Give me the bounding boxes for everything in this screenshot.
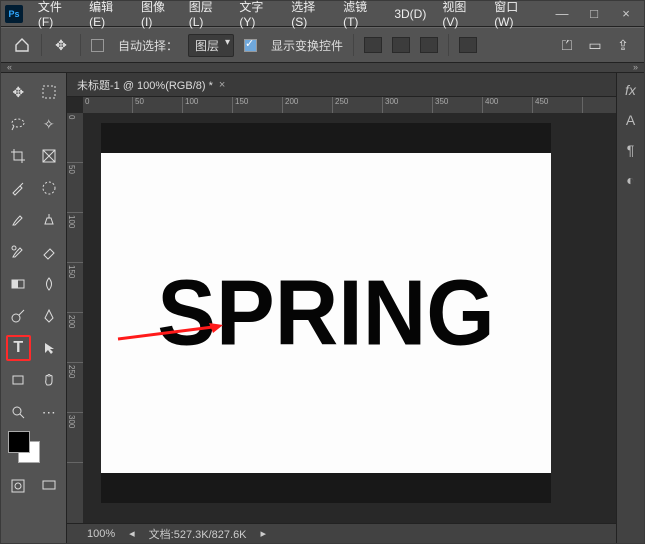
panel-adjustments-icon[interactable]: ◐ [620,169,642,191]
align-center-h-icon[interactable] [392,37,410,53]
menu-3d[interactable]: 3D(D) [393,5,427,23]
menu-file[interactable]: 文件(F) [37,0,74,31]
maximize-button[interactable]: □ [580,3,608,25]
status-info-chevron-icon[interactable]: ▸ [261,527,267,540]
panel-collapse-strip[interactable]: « » [1,63,644,73]
ruler-horizontal[interactable]: 0 50 100 150 200 250 300 350 400 450 [83,97,616,113]
close-button[interactable]: × [612,3,640,25]
gradient-tool[interactable] [6,271,31,297]
status-scroll-left-icon[interactable]: ◂ [129,527,135,540]
align-left-icon[interactable] [364,37,382,53]
crop-tool[interactable] [6,143,31,169]
panel-character-icon[interactable]: A [620,109,642,131]
menu-select[interactable]: 选择(S) [290,0,328,31]
tools-panel: ✥ ✧ [1,73,67,543]
menu-view[interactable]: 视图(V) [441,0,479,31]
menu-filter[interactable]: 滤镜(T) [342,0,379,31]
zoom-tool[interactable] [6,399,31,425]
menu-image[interactable]: 图像(I) [140,0,174,31]
color-swatches[interactable] [8,431,48,467]
dodge-tool[interactable] [6,303,31,329]
history-brush-tool[interactable] [6,239,31,265]
minimize-button[interactable]: — [548,3,576,25]
healing-tool[interactable] [37,175,62,201]
show-transform-label: 显示变换控件 [271,37,343,54]
align-right-icon[interactable] [420,37,438,53]
menu-window[interactable]: 窗口(W) [493,0,534,31]
eraser-tool[interactable] [37,239,62,265]
hand-tool[interactable] [37,367,62,393]
clone-stamp-tool[interactable] [37,207,62,233]
panel-fx-icon[interactable]: fx [620,79,642,101]
auto-select-dropdown[interactable]: 图层 [188,34,234,57]
panel-paragraph-icon[interactable]: ¶ [620,139,642,161]
status-docinfo-label: 文档: [149,529,174,541]
canvas-text-layer[interactable]: SPRING [157,259,494,366]
canvas-artboard[interactable]: SPRING [101,153,551,473]
status-zoom[interactable]: 100% [87,528,115,540]
status-docinfo-value: 527.3K/827.6K [174,529,247,541]
document-tab[interactable]: 未标题-1 @ 100%(RGB/8) * × [67,73,616,97]
arrange-icon[interactable]: ▭ [586,36,604,54]
share-icon[interactable]: ⇪ [614,36,632,54]
menu-layer[interactable]: 图层(L) [188,0,225,31]
ruler-vertical[interactable]: 0 50 100 150 200 250 300 [67,113,83,523]
chevron-left-icon: « [7,62,12,72]
screen-mode-button[interactable] [37,473,62,499]
eyedropper-tool[interactable] [6,175,31,201]
auto-select-label: 自动选择： [118,37,178,54]
auto-select-checkbox[interactable] [91,39,104,52]
marquee-tool[interactable] [37,79,62,105]
frame-tool[interactable] [37,143,62,169]
quick-mask-button[interactable] [6,473,31,499]
home-icon[interactable] [13,36,31,54]
show-transform-checkbox[interactable] [244,39,257,52]
menu-type[interactable]: 文字(Y) [238,0,276,31]
lasso-tool[interactable] [6,111,31,137]
edit-toolbar-button[interactable]: ⋯ [37,399,62,425]
blur-tool[interactable] [37,271,62,297]
menu-edit[interactable]: 编辑(E) [88,0,126,31]
chevron-right-icon: » [633,62,638,72]
align-top-icon[interactable] [459,37,477,53]
type-tool[interactable]: T [6,335,31,361]
move-tool-indicator-icon[interactable]: ✥ [52,36,70,54]
app-logo: Ps [5,5,23,23]
canvas[interactable]: SPRING [101,123,551,503]
3d-mode-icon[interactable]: ⏍ [558,36,576,54]
document-tab-title: 未标题-1 @ 100%(RGB/8) * [77,77,213,93]
brush-tool[interactable] [6,207,31,233]
rectangle-tool[interactable] [6,367,31,393]
document-tab-close-icon[interactable]: × [219,79,225,91]
right-panel: fx A ¶ ◐ [616,73,644,543]
move-tool[interactable]: ✥ [6,79,31,105]
magic-wand-tool[interactable]: ✧ [37,111,62,137]
foreground-color-swatch[interactable] [8,431,30,453]
path-selection-tool[interactable] [37,335,61,361]
pen-tool[interactable] [37,303,62,329]
